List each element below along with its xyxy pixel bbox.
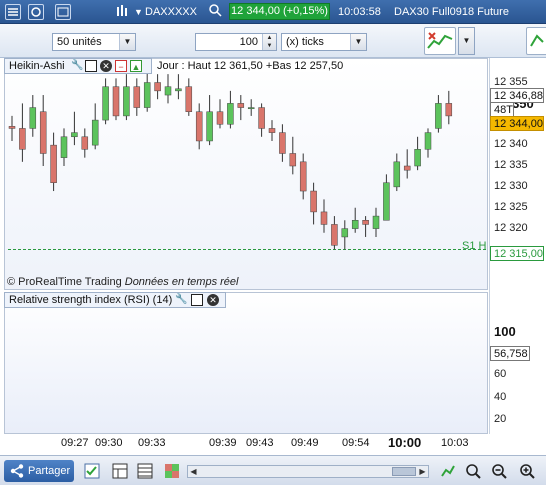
copyright-text: © ProRealTime Trading bbox=[7, 276, 122, 288]
scroll-thumb[interactable] bbox=[392, 467, 416, 476]
share-button[interactable]: Partager bbox=[4, 460, 74, 482]
time-axis-label: 09:49 bbox=[291, 437, 319, 449]
scroll-right-icon[interactable]: ▶ bbox=[417, 466, 428, 477]
maximize-icon[interactable] bbox=[191, 294, 203, 306]
search-icon[interactable] bbox=[208, 3, 222, 21]
time-axis-label: 09:39 bbox=[209, 437, 237, 449]
copyright-note: © ProRealTime Trading Données en temps r… bbox=[7, 276, 238, 288]
time-axis-label: 09:30 bbox=[95, 437, 123, 449]
wrench-icon[interactable]: 🔧 bbox=[175, 294, 187, 306]
close-icon[interactable]: ✕ bbox=[207, 294, 219, 306]
ticks-select-value: (x) ticks bbox=[286, 36, 324, 48]
dropdown-arrow-icon[interactable]: ▼ bbox=[134, 3, 143, 21]
indicators-button[interactable] bbox=[424, 27, 456, 55]
zoom-out-icon[interactable] bbox=[491, 463, 507, 479]
indicators-dropdown[interactable]: ▼ bbox=[458, 27, 475, 55]
ticks-select[interactable]: (x) ticks ▼ bbox=[281, 33, 367, 51]
support-label: S1 H bbox=[462, 240, 487, 252]
time-axis-label: 09:27 bbox=[61, 437, 89, 449]
toolbar: 50 unités ▼ 100 ▲ ▼ (x) ticks ▼ ▼ bbox=[0, 24, 546, 58]
symbol-label[interactable]: DAXXXXX bbox=[145, 3, 197, 21]
price-chart-panel[interactable] bbox=[4, 58, 488, 290]
chart-tools-icon[interactable] bbox=[440, 463, 456, 479]
zoom-in-icon[interactable] bbox=[519, 463, 535, 479]
time-axis-label: 09:33 bbox=[138, 437, 166, 449]
share-icon bbox=[10, 464, 24, 478]
rsi-panel[interactable] bbox=[4, 292, 488, 434]
heatmap-icon[interactable] bbox=[164, 463, 180, 479]
chevron-down-icon[interactable]: ▼ bbox=[350, 34, 366, 50]
countdown-label: 48T bbox=[490, 102, 514, 117]
ohlc-info: Jour : Haut 12 361,50 +Bas 12 257,50 bbox=[157, 60, 344, 72]
sell-order-icon[interactable]: − bbox=[115, 60, 127, 72]
clock-time: 10:03:58 bbox=[338, 6, 381, 18]
close-icon[interactable]: ✕ bbox=[100, 60, 112, 72]
scroll-left-icon[interactable]: ◀ bbox=[188, 466, 199, 477]
maximize-icon[interactable] bbox=[85, 60, 97, 72]
buy-order-icon[interactable]: ▲ bbox=[130, 60, 142, 72]
checklist-icon[interactable] bbox=[84, 463, 100, 479]
rsi-label: Relative strength index (RSI) (14) bbox=[9, 294, 173, 306]
price-axis-tick: 12 335 bbox=[494, 159, 528, 171]
chart-type-icon[interactable] bbox=[115, 3, 135, 21]
settings-icon[interactable] bbox=[28, 4, 44, 20]
current-price-label: 12 344,00 bbox=[490, 116, 544, 131]
horizontal-scrollbar[interactable]: ◀ ▶ bbox=[187, 465, 429, 478]
price-axis-tick: 12 330 bbox=[494, 179, 528, 192]
layout-icon[interactable] bbox=[112, 463, 128, 479]
rsi-axis-tick: 60 bbox=[494, 368, 507, 381]
realtime-text: Données en temps réel bbox=[124, 276, 239, 288]
time-axis-label: 10:03 bbox=[441, 437, 469, 449]
menu-icon[interactable] bbox=[5, 4, 21, 20]
instrument-name: DAX30 Full0918 Future bbox=[394, 6, 509, 18]
window-icon[interactable] bbox=[55, 4, 71, 20]
time-axis-label: 09:54 bbox=[342, 437, 370, 449]
units-select-value: 50 unités bbox=[57, 36, 102, 48]
last-price-label: 12 346,88 bbox=[490, 88, 544, 103]
time-axis-label: 09:43 bbox=[246, 437, 274, 449]
time-axis-label: 10:00 bbox=[388, 435, 422, 450]
title-bar: ▼ DAXXXXX 12 344,00 (+0,15%) 10:03:58 DA… bbox=[0, 0, 546, 24]
chevron-down-icon[interactable]: ▼ bbox=[459, 28, 474, 54]
price-axis-tick: 12 320 bbox=[494, 221, 528, 234]
grid-icon[interactable] bbox=[137, 463, 153, 479]
price-axis-tick: 12 340 bbox=[494, 138, 528, 151]
rsi-header: Relative strength index (RSI) (14) 🔧 ✕ bbox=[4, 292, 226, 308]
spinner-icon[interactable]: ▲ ▼ bbox=[262, 34, 276, 50]
zoom-move-icon[interactable] bbox=[465, 463, 481, 479]
chevron-down-icon[interactable]: ▼ bbox=[119, 34, 135, 50]
rsi-axis-tick: 100 bbox=[494, 324, 516, 340]
price-axis-tick: 12 355 bbox=[494, 75, 528, 88]
rsi-axis-tick: 40 bbox=[494, 390, 507, 403]
heikin-ashi-header: Heikin-Ashi 🔧 ✕ − ▲ bbox=[4, 58, 152, 74]
heikin-ashi-label: Heikin-Ashi bbox=[9, 60, 65, 72]
rsi-axis-tick: 20 bbox=[494, 412, 507, 425]
ticks-value: 100 bbox=[239, 36, 258, 48]
bottom-toolbar: Partager ◀ ▶ bbox=[0, 455, 546, 485]
wrench-icon[interactable]: 🔧 bbox=[71, 60, 83, 72]
share-label: Partager bbox=[28, 465, 71, 477]
price-change-badge: 12 344,00 (+0,15%) bbox=[229, 3, 330, 20]
rsi-value-label: 56,758 bbox=[490, 346, 530, 361]
support-price-label: 12 315,00 bbox=[490, 246, 544, 261]
units-select[interactable]: 50 unités ▼ bbox=[52, 33, 136, 51]
drawing-tools-button[interactable] bbox=[526, 27, 546, 55]
ticks-value-input[interactable]: 100 ▲ ▼ bbox=[195, 33, 277, 51]
price-axis-tick: 12 325 bbox=[494, 200, 528, 213]
